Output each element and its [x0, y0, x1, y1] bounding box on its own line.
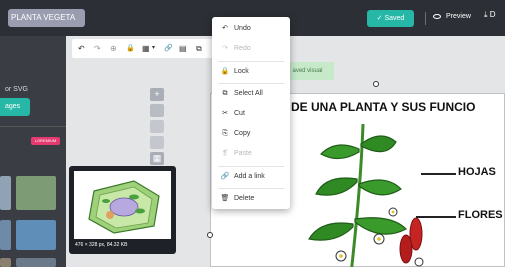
undo-icon[interactable]: ↶ — [78, 44, 85, 53]
menu-item-add-link[interactable]: 🔗 Add a link — [212, 167, 290, 187]
link-circle-icon[interactable]: ⊕ — [110, 44, 117, 53]
scissors-icon: ✂ — [222, 110, 228, 117]
chevron-down-icon[interactable]: ▾ — [152, 44, 155, 53]
image-dimensions: 476 × 328 px, 84.32 KB — [75, 242, 128, 248]
chain-icon[interactable]: 🔗 — [164, 44, 173, 53]
grid-toggle[interactable]: ▦ — [150, 152, 164, 165]
zoom-control[interactable] — [150, 120, 164, 133]
select-all-icon: ⧉ — [222, 90, 228, 97]
image-thumbnail[interactable] — [16, 220, 56, 250]
copy-icon: ⎘ — [222, 130, 228, 137]
image-thumbnail[interactable] — [16, 258, 56, 267]
redo-icon: ↷ — [222, 45, 228, 52]
menu-item-label: Lock — [234, 68, 249, 75]
preview-button[interactable]: Preview — [433, 13, 471, 20]
zoom-control[interactable] — [150, 104, 164, 117]
zoom-control[interactable] — [150, 136, 164, 149]
menu-item-select-all[interactable]: ⧉ Select All — [212, 84, 290, 104]
svg-upload-text: or SVG — [5, 86, 28, 93]
menu-item-label: Delete — [234, 195, 255, 202]
menu-item-copy[interactable]: ⎘ Copy — [212, 124, 290, 144]
menu-item-paste[interactable]: ❡ Paste — [212, 144, 290, 164]
menu-item-label: Select All — [234, 90, 263, 97]
resize-handle[interactable] — [207, 232, 213, 238]
redo-icon[interactable]: ↷ — [94, 44, 101, 53]
rotate-handle[interactable] — [373, 81, 379, 87]
download-icon: ⤓ — [484, 10, 488, 19]
document-title-field[interactable]: PLANTA VEGETA — [8, 9, 85, 27]
saved-button[interactable]: ✓ Saved — [367, 10, 414, 27]
menu-item-label: Cut — [234, 110, 245, 117]
menu-item-label: Copy — [234, 130, 251, 137]
image-thumbnail[interactable] — [16, 176, 56, 210]
leaves-label[interactable]: HOJAS — [458, 166, 496, 178]
upload-images-button[interactable]: ages — [0, 98, 30, 116]
menu-item-label: Paste — [234, 150, 252, 157]
menu-item-cut[interactable]: ✂ Cut — [212, 104, 290, 124]
flowers-label[interactable]: FLORES — [458, 209, 503, 221]
context-menu: ↶ Undo ↷ Redo 🔒 Lock ⧉ Select All ✂ Cut … — [212, 17, 290, 209]
left-panel: or SVG ages LOREMIUM — [0, 36, 66, 267]
image-thumbnail[interactable] — [0, 176, 11, 210]
eye-icon — [433, 13, 441, 19]
add-button[interactable]: + — [150, 88, 164, 101]
menu-item-undo[interactable]: ↶ Undo — [212, 19, 290, 39]
layers-icon[interactable]: ⧉ — [196, 44, 202, 53]
menu-item-label: Redo — [234, 45, 251, 52]
download-button[interactable]: ⤓ D — [484, 10, 496, 20]
trash-icon: 🗑 — [220, 195, 230, 202]
premium-badge: LOREMIUM — [31, 137, 60, 145]
left-panel-divider — [0, 126, 66, 127]
grid-icon[interactable]: ▤ — [179, 44, 187, 53]
undo-icon: ↶ — [222, 25, 228, 32]
link-icon: 🔗 — [220, 173, 230, 180]
preview-label: Preview — [446, 13, 471, 20]
image-thumbnail[interactable] — [0, 258, 11, 267]
lock-icon[interactable]: 🔒 — [126, 44, 135, 53]
image-hover-preview: 476 × 328 px, 84.32 KB — [69, 166, 176, 254]
plant-illustration[interactable] — [281, 124, 431, 267]
lock-icon: 🔒 — [220, 68, 230, 75]
image-thumbnail[interactable] — [0, 220, 11, 250]
topbar-divider — [425, 12, 426, 25]
menu-item-label: Add a link — [234, 173, 265, 180]
plant-cell-diagram-image — [74, 171, 171, 239]
download-label: D — [489, 10, 496, 19]
element-toolbar: ↶ ↷ ⊕ 🔒 ▦ ▾ 🔗 ▤ ⧉ — [72, 39, 222, 58]
paste-icon: ❡ — [222, 150, 228, 157]
menu-item-delete[interactable]: 🗑 Delete — [212, 189, 290, 209]
menu-item-label: Undo — [234, 25, 251, 32]
menu-item-redo[interactable]: ↷ Redo — [212, 39, 290, 59]
menu-item-lock[interactable]: 🔒 Lock — [212, 62, 290, 82]
page-title[interactable]: DE UNA PLANTA Y SUS FUNCIO — [291, 100, 475, 114]
pattern-icon[interactable]: ▦ — [142, 44, 150, 53]
